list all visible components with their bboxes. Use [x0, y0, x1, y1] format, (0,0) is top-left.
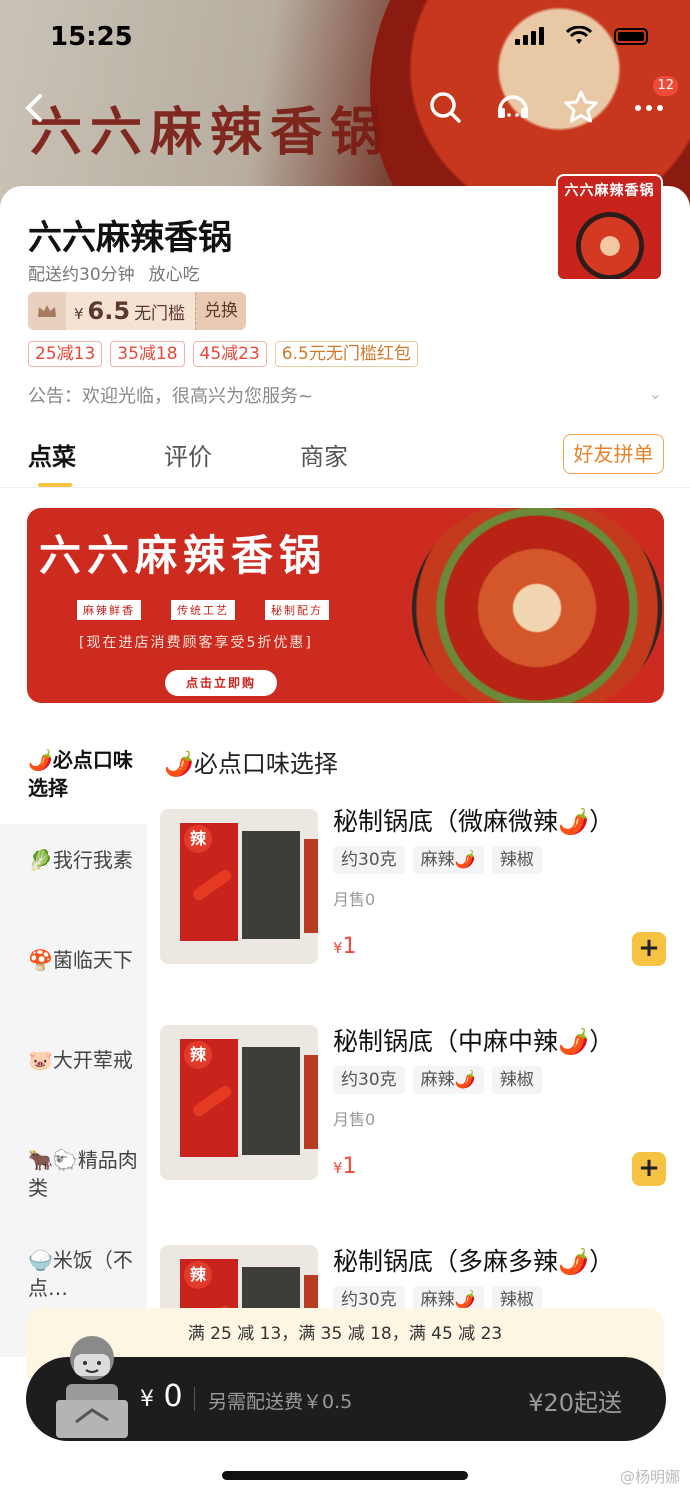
dish-photo-seal: 辣	[184, 1261, 212, 1289]
sidebar-item-rice[interactable]: 🍚米饭（不点…	[28, 1246, 138, 1302]
dish-price: ¥1	[333, 934, 357, 959]
search-icon[interactable]	[426, 88, 464, 126]
store-subinfo: 配送约30分钟 放心吃	[28, 260, 200, 285]
sidebar-item-label: 菌临天下	[52, 948, 133, 972]
store-logo-text: 六六麻辣香锅	[564, 183, 655, 199]
sidebar-item-label: 大开荤戒	[52, 1048, 133, 1072]
sidebar-item-premium-meat[interactable]: 🐂🐑精品肉类	[28, 1146, 138, 1202]
dish-tag: 麻辣🌶️	[412, 1066, 484, 1094]
dish-name: 秘制锅底（多麻多辣🌶️）	[333, 1247, 615, 1276]
status-time: 15:25	[50, 22, 133, 52]
mushroom-icon: 🍄	[28, 948, 53, 972]
coupon-amount: 6.5	[87, 297, 131, 325]
divider	[0, 487, 690, 488]
discount-tag: 25减13	[28, 341, 103, 367]
watermark: @杨明娜	[619, 1468, 680, 1486]
back-icon[interactable]	[20, 88, 54, 128]
delivery-fee: 另需配送费￥0.5	[208, 1391, 353, 1413]
sidebar-item-meat-dishes[interactable]: 🐷大开荤戒	[28, 1046, 138, 1074]
battery-icon	[614, 27, 648, 45]
banner-buy-button[interactable]: 点击立即购	[165, 670, 277, 696]
home-indicator	[222, 1471, 468, 1480]
category-sidebar: 🌶️必点口味选择 🥬我行我素 🍄菌临天下 🐷大开荤戒 🐂🐑精品肉类 🍚米饭（不点…	[0, 724, 147, 1357]
favorite-star-icon[interactable]	[562, 88, 600, 126]
group-order-button[interactable]: 好友拼单	[563, 434, 664, 474]
dish-tag: 辣椒	[491, 846, 542, 874]
store-notice[interactable]: 公告：欢迎光临，很高兴为您服务~	[28, 382, 313, 408]
discount-tag: 45减23	[192, 341, 267, 367]
min-order: ¥20起送	[528, 1389, 622, 1417]
customer-service-icon[interactable]	[494, 88, 532, 126]
add-to-cart-button[interactable]: +	[632, 932, 666, 966]
dish-tag: 辣椒	[491, 1066, 542, 1094]
dish-monthly-sales: 月售0	[333, 1110, 376, 1129]
red-packet-tag: 6.5元无门槛红包	[274, 341, 418, 367]
chili-icon: 🌶️	[164, 750, 194, 778]
cow-sheep-icon: 🐂🐑	[28, 1148, 78, 1172]
store-name: 六六麻辣香锅	[28, 218, 232, 258]
add-to-cart-button[interactable]: +	[632, 1152, 666, 1186]
dish-price: ¥1	[333, 1154, 357, 1179]
section-title: 🌶️必点口味选择	[164, 750, 338, 778]
status-icons	[515, 26, 648, 46]
rice-icon: 🍚	[28, 1248, 53, 1272]
dish-photo-seal: 辣	[184, 825, 212, 853]
store-tagline: 放心吃	[148, 265, 200, 285]
promo-banner[interactable]: 六六麻辣香锅 麻辣鲜香 传统工艺 秘制配方 [现在进店消费顾客享受5折优惠] 点…	[27, 508, 664, 703]
dish-photo: 辣	[160, 1025, 318, 1180]
sidebar-item-label: 我行我素	[52, 848, 133, 872]
tab-order[interactable]: 点菜	[28, 437, 76, 487]
coupon-desc: 无门槛	[134, 304, 186, 324]
message-badge: 12	[653, 76, 678, 96]
more-icon[interactable]: 12	[630, 76, 678, 126]
banner-offer-text: [现在进店消费顾客享受5折优惠]	[79, 635, 313, 651]
hero-title: 六六麻辣香锅	[30, 102, 391, 163]
delivery-mascot-icon[interactable]	[52, 1330, 132, 1442]
cart-total: ¥ 0	[140, 1379, 183, 1414]
sidebar-item-must-order[interactable]: 🌶️必点口味选择	[0, 724, 147, 824]
sidebar-item-vegetables[interactable]: 🥬我行我素	[28, 846, 138, 874]
dish-photo-seal: 辣	[184, 1041, 212, 1069]
signal-icon	[515, 27, 544, 45]
store-logo: 六六麻辣香锅	[556, 174, 663, 281]
wifi-icon	[566, 26, 592, 44]
dish-tag: 约30克	[333, 1066, 405, 1094]
discount-tags: 25减13 35减18 45减23 6.5元无门槛红包	[28, 341, 418, 367]
store-tabs: 点菜 评价 商家	[28, 437, 348, 487]
pig-icon: 🐷	[28, 1048, 53, 1072]
dish-tag: 约30克	[333, 846, 405, 874]
chevron-down-icon[interactable]: ⌄	[649, 384, 662, 403]
store-logo-dish	[576, 212, 644, 279]
banner-chip: 传统工艺	[171, 600, 235, 620]
banner-chip: 麻辣鲜香	[77, 600, 141, 620]
dish-monthly-sales: 月售0	[333, 890, 376, 909]
banner-chip: 秘制配方	[265, 600, 329, 620]
crown-icon	[28, 292, 66, 330]
sidebar-item-mushrooms[interactable]: 🍄菌临天下	[28, 946, 138, 974]
coupon-currency: ¥	[74, 305, 84, 323]
dish-item[interactable]: 辣 秘制锅底（中麻中辣🌶️） 约30克 麻辣🌶️ 辣椒 月售0 ¥1 +	[160, 1022, 670, 1222]
member-coupon[interactable]: ¥ 6.5 无门槛 兑换	[28, 292, 247, 330]
banner-title: 六六麻辣香锅	[39, 531, 328, 580]
dish-item[interactable]: 辣 秘制锅底（微麻微辣🌶️） 约30克 麻辣🌶️ 辣椒 月售0 ¥1 +	[160, 802, 670, 1002]
dish-name: 秘制锅底（中麻中辣🌶️）	[333, 1027, 615, 1056]
delivery-time: 配送约30分钟	[28, 265, 135, 285]
vegetable-icon: 🥬	[28, 848, 53, 872]
coupon-swap-button[interactable]: 兑换	[195, 292, 247, 330]
dish-tag: 麻辣🌶️	[412, 846, 484, 874]
tab-merchant[interactable]: 商家	[300, 437, 348, 472]
chili-icon: 🌶️	[28, 748, 53, 772]
divider	[194, 1387, 195, 1411]
banner-hotpot-photo	[412, 508, 662, 703]
discount-tag: 35减18	[110, 341, 185, 367]
tab-reviews[interactable]: 评价	[164, 437, 212, 472]
dish-photo: 辣	[160, 809, 318, 964]
dish-name: 秘制锅底（微麻微辣🌶️）	[333, 807, 615, 836]
